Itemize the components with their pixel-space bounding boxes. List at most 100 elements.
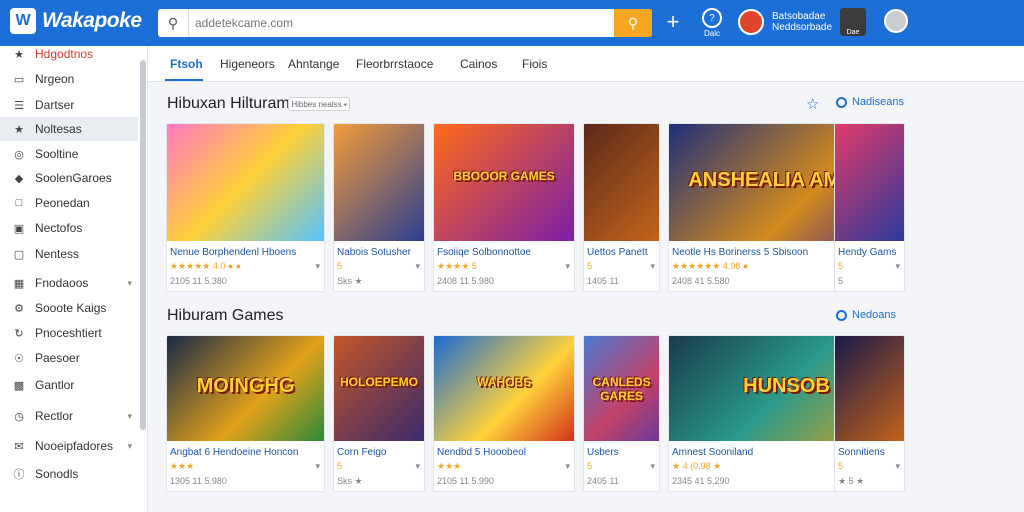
info-icon: ⓘ [13, 469, 25, 481]
add-button[interactable]: + [664, 10, 682, 34]
tab-underline [165, 79, 203, 81]
game-thumbnail[interactable] [167, 124, 324, 241]
game-title[interactable]: Hendy Gams [838, 247, 901, 258]
sidebar-item[interactable]: ☉ Paesoer [0, 346, 138, 370]
game-card[interactable]: Sonnitiens 5 ★ 5 ★ ▾ [834, 335, 905, 492]
game-meta: Sks ★ [337, 276, 363, 286]
game-meta: 2408 11 5.980 [437, 276, 494, 286]
sidebar-item[interactable]: ▩ Gantlor [0, 373, 138, 397]
game-meta: 2408 41 5.580 [672, 276, 730, 286]
sidebar-item[interactable]: ◎ Sooltine [0, 142, 138, 166]
logo[interactable]: W Wakapoke [10, 8, 142, 34]
game-title[interactable]: Nenue Borphendenl Hboens [170, 247, 321, 258]
game-title[interactable]: Angbat 6 Hendoeine Honcon [170, 447, 321, 458]
circle-icon [836, 309, 847, 321]
favorite-star-icon[interactable]: ☆ [806, 95, 819, 113]
sidebar-item[interactable]: ◆ SoolenGaroes [0, 166, 138, 190]
game-thumbnail[interactable]: CANLEDS GARES [584, 336, 659, 441]
help-icon: ? [702, 8, 722, 28]
search-input[interactable] [188, 9, 614, 37]
game-title[interactable]: Usbers [587, 447, 656, 458]
game-shortcut[interactable]: Dae [840, 8, 866, 36]
sidebar-item[interactable]: ⓘ Sonodls [0, 462, 138, 486]
chevron-down-icon[interactable]: ▾ [895, 461, 900, 472]
game-thumbnail[interactable] [835, 336, 904, 441]
game-title[interactable]: Corn Feigo [337, 447, 421, 458]
chevron-down-icon[interactable]: ▾ [565, 261, 570, 272]
image-icon: ▣ [13, 222, 25, 235]
sidebar-item[interactable]: ▣ Nectofos [0, 216, 138, 240]
game-title[interactable]: Nendbd 5 Hooobeol [437, 447, 571, 458]
chevron-down-icon[interactable]: ▾ [315, 461, 320, 472]
game-thumbnail[interactable] [334, 124, 424, 241]
game-meta: 2105 11 5.990 [437, 476, 494, 486]
sidebar-item[interactable]: ⚙ Sooote Kaigs [0, 296, 138, 320]
list-icon: ☰ [14, 99, 24, 112]
user-menu[interactable]: Batsobadae Neddsorbade [738, 9, 832, 35]
section-title-2: Hiburam Games [167, 307, 284, 324]
game-thumbnail[interactable]: MOINGHG [167, 336, 324, 441]
sidebar-item[interactable]: ▦ Fnodaoos ▾ [0, 271, 138, 295]
sidebar-item[interactable]: ✉ Nooeipfadores ▾ [0, 434, 138, 458]
game-card[interactable]: BBOOOR GAMES Fsoiiqe Solbonnottoe ★★★★ 5 24… [433, 123, 575, 292]
top-bar: W Wakapoke ⚲ ⚲ + ? Dalc Batsobadae Nedds… [0, 0, 1024, 46]
game-card[interactable]: Uettos Panett 5 1405 11 ▾ [583, 123, 660, 292]
game-thumbnail[interactable]: BBOOOR GAMES [434, 124, 574, 241]
chevron-down-icon[interactable]: ▾ [315, 261, 320, 272]
sidebar-item-label: Paesoer [35, 351, 80, 365]
game-card[interactable]: Hendy Gams 5 5 ▾ [834, 123, 905, 292]
section-link-label-2: Nedoans [852, 309, 897, 321]
game-meta: 1405 11 [587, 276, 619, 286]
sidebar-item[interactable]: ▢ Nentess [0, 242, 138, 266]
sidebar-item[interactable]: ★ Noltesas [0, 117, 138, 141]
profile-avatar[interactable] [884, 9, 908, 33]
section-chip[interactable]: Hibbes nealss ▪ [288, 97, 350, 111]
game-title[interactable]: Nabois Sotusher [337, 247, 421, 258]
game-rating: 5 [838, 261, 844, 271]
game-thumbnail[interactable] [835, 124, 904, 241]
game-card[interactable]: Nabois Sotusher 5 Sks ★ ▾ [333, 123, 425, 292]
chevron-down-icon[interactable]: ▾ [565, 461, 570, 472]
chevron-down-icon[interactable]: ▾ [415, 461, 420, 472]
sidebar-item[interactable]: □ Peonedan [0, 191, 138, 215]
section-link-2[interactable]: Nedoans [836, 309, 896, 321]
tab-casinos[interactable]: Cainos [460, 46, 497, 82]
game-art-title: WAHOBS [477, 374, 531, 389]
game-title[interactable]: Uettos Panett [587, 247, 656, 258]
chevron-down-icon[interactable]: ▾ [650, 461, 655, 472]
sidebar-item[interactable]: ★ Hdgodtnos [0, 42, 138, 66]
game-rating: ★★★ [437, 461, 462, 471]
game-rating: 5 [337, 261, 343, 271]
tab-files[interactable]: Fiois [522, 46, 547, 82]
game-art-title: MOINGHG [196, 374, 295, 397]
chevron-down-icon[interactable]: ▾ [895, 261, 900, 272]
game-card[interactable]: CANLEDS GARES Usbers 5 2405 11 ▾ [583, 335, 660, 492]
tab-featured[interactable]: Ftsoh [170, 46, 203, 82]
tab-change[interactable]: Ahntange [288, 46, 339, 82]
game-thumbnail[interactable]: HOLOEPEMO [334, 336, 424, 441]
section-link[interactable]: Nadiseans [836, 96, 904, 108]
help-button[interactable]: ? Dalc [702, 8, 722, 38]
sidebar-item[interactable]: ↻ Pnoceshtiert [0, 321, 138, 345]
sidebar-item[interactable]: ☰ Dartser [0, 93, 138, 117]
search-bar: ⚲ ⚲ [158, 9, 652, 37]
chevron-down-icon[interactable]: ▾ [415, 261, 420, 272]
tab-genres[interactable]: Higeneors [220, 46, 275, 82]
chevron-down-icon: ▾ [127, 410, 132, 421]
chevron-down-icon[interactable]: ▾ [650, 261, 655, 272]
game-title[interactable]: Sonnitiens [838, 447, 901, 458]
game-card[interactable]: HOLOEPEMO Corn Feigo 5 Sks ★ ▾ [333, 335, 425, 492]
tab-browse[interactable]: Fleorbrrstaoce [356, 46, 433, 82]
game-card[interactable]: MOINGHG Angbat 6 Hendoeine Honcon ★★★ 1305 … [166, 335, 325, 492]
game-title[interactable]: Fsoiiqe Solbonnottoe [437, 247, 571, 258]
game-card[interactable]: WAHOBS Nendbd 5 Hooobeol ★★★ 2105 11 5.990 ▾ [433, 335, 575, 492]
sidebar: ★ Hdgodtnos ▭ Nrgeon ☰ Dartser ★ Noltesas ◎ Soolt… [0, 46, 148, 512]
sidebar-scrollbar[interactable] [140, 60, 146, 430]
search-button[interactable]: ⚲ [614, 9, 652, 37]
game-art-title: CANLEDS GARES [592, 374, 651, 403]
game-thumbnail[interactable] [584, 124, 659, 241]
sidebar-item[interactable]: ▭ Nrgeon [0, 67, 138, 91]
game-thumbnail[interactable]: WAHOBS [434, 336, 574, 441]
game-card[interactable]: Nenue Borphendenl Hboens ★★★★★ 4.0 ● ● 210… [166, 123, 325, 292]
sidebar-item[interactable]: ◷ Rectlor ▾ [0, 404, 138, 428]
